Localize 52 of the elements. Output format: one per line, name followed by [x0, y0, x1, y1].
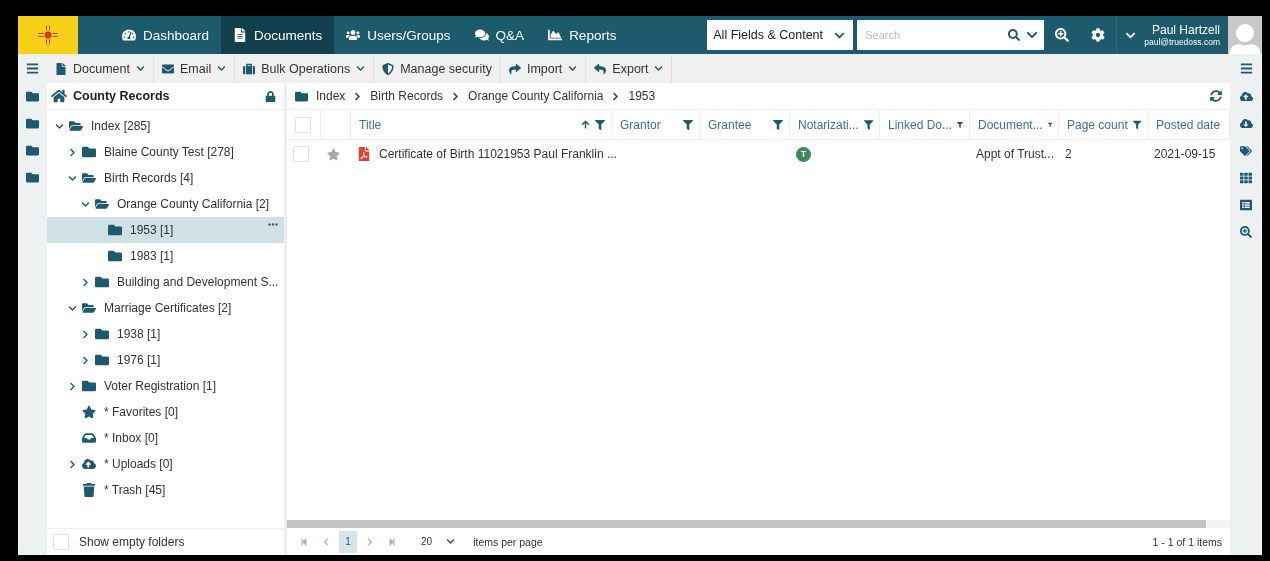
tree-item[interactable]: Blaine County Test [278]	[47, 139, 284, 165]
toolbar-button[interactable]: Import	[500, 54, 587, 83]
table-cell[interactable]: Certificate of Birth 11021953 Paul Franklin ...	[379, 147, 617, 161]
checkbox-label: Show empty folders	[79, 535, 185, 549]
breadcrumb-link[interactable]: Birth Records	[370, 89, 444, 103]
tree-item[interactable]: * Inbox [0]	[47, 425, 284, 451]
tree-item[interactable]: 1976 [1]	[47, 347, 284, 373]
page-size-label: items per page	[473, 535, 543, 548]
toolbar-button[interactable]: Manage security	[374, 54, 501, 83]
breadcrumb-link[interactable]: 1953	[628, 89, 656, 103]
column-header[interactable]: Page count	[1059, 110, 1148, 140]
search-bar[interactable]: Search	[857, 20, 1045, 50]
nav-tab[interactable]: Dashboard	[110, 16, 222, 54]
tree-item[interactable]: Marriage Certificates [2]	[47, 295, 284, 321]
table-cell: 2021-09-15	[1154, 147, 1216, 161]
tree-item[interactable]: * Uploads [0]	[47, 451, 284, 477]
column-header[interactable]: Notarizati...	[790, 110, 880, 140]
tree-item[interactable]: 1983 [1]	[47, 243, 284, 269]
toolbar-button[interactable]: Export	[586, 54, 673, 83]
breadcrumb-link[interactable]: Index	[316, 89, 346, 103]
page-button[interactable]: 1	[339, 530, 357, 553]
panel-title: County Records	[73, 89, 171, 103]
nav-tab[interactable]: Users/Groups	[334, 16, 463, 54]
column-header[interactable]: Title	[351, 110, 612, 140]
toolbar-button[interactable]: Email	[154, 54, 236, 83]
column-header[interactable]: Linked Do...	[880, 110, 970, 140]
tree-item[interactable]: * Favorites [0]	[47, 399, 284, 425]
toolbar-button[interactable]: Bulk Operations	[235, 54, 375, 83]
column-header[interactable]: Grantee	[700, 110, 790, 140]
tree-item[interactable]: Building and Development S...	[47, 269, 284, 295]
nav-tab[interactable]: Reports	[536, 16, 629, 54]
tree-item[interactable]: * Trash [45]	[47, 477, 284, 503]
user-name: Paul Hartzell	[1151, 23, 1220, 37]
nav-tab[interactable]: Documents	[221, 16, 335, 54]
items-summary: 1 - 1 of 1 items	[1152, 535, 1222, 548]
tree-item[interactable]: Voter Registration [1]	[47, 373, 284, 399]
column-header[interactable]: Document...	[970, 110, 1059, 140]
search-scope-dropdown[interactable]: All Fields & Content	[707, 20, 854, 50]
toolbar-button[interactable]: Document	[47, 54, 154, 83]
table-cell: 2	[1065, 147, 1072, 161]
user-email: paul@truedoss.com	[1144, 37, 1220, 47]
table-cell: Appt of Trust...	[976, 147, 1055, 161]
notarization-badge: T	[796, 146, 811, 162]
tree-item[interactable]: Birth Records [4]	[47, 165, 284, 191]
tree-item[interactable]: Orange County California [2]	[47, 191, 284, 217]
tree-item[interactable]: Index [285]	[47, 113, 284, 139]
column-header[interactable]: Grantor	[612, 110, 700, 140]
page-size-dropdown[interactable]: 20	[417, 530, 460, 553]
breadcrumb-link[interactable]: Orange County California	[468, 89, 604, 103]
tree-item[interactable]: 1938 [1]	[47, 321, 284, 347]
nav-tab[interactable]: Q&A	[462, 16, 537, 54]
tree-item[interactable]: 1953 [1]	[47, 217, 284, 243]
